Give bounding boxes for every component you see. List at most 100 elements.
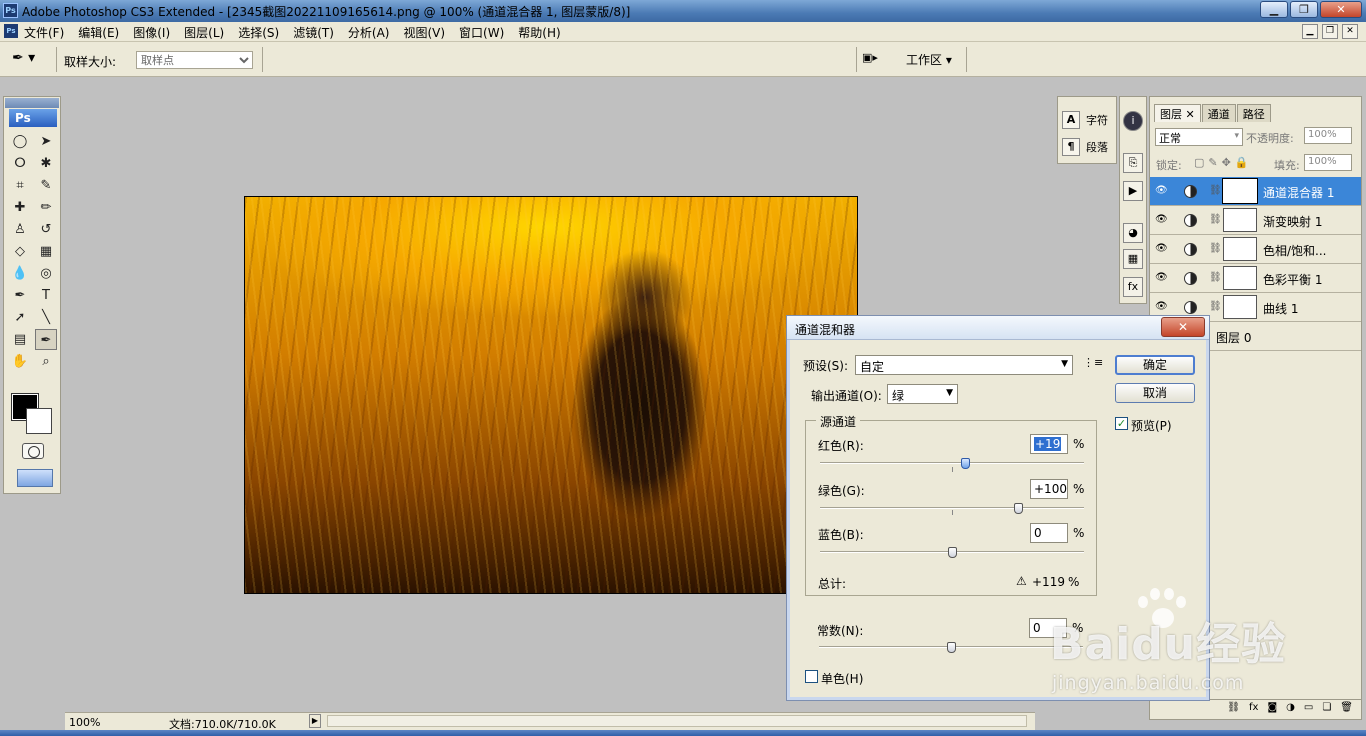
bridge-icon[interactable]: ▣▸ [862, 51, 886, 69]
swatches-icon[interactable]: ◕ [1123, 223, 1143, 243]
zoom-tool-icon[interactable]: ⌕ [35, 351, 57, 372]
pen-tool-icon[interactable]: ✒ [9, 285, 31, 306]
layer-row[interactable]: 👁 ⛓ 色相/饱和... [1150, 235, 1361, 264]
character-label[interactable]: 字符 [1086, 112, 1108, 128]
tab-channels[interactable]: 通道 [1201, 104, 1236, 122]
minimize-button[interactable]: ▁ [1260, 1, 1288, 18]
crop-tool-icon[interactable]: ⌗ [9, 175, 31, 196]
link-chain-icon[interactable]: ⛓ [1209, 214, 1222, 225]
layer-mask-thumbnail[interactable] [1223, 266, 1257, 290]
brush-tool-icon[interactable]: ✏ [35, 197, 57, 218]
layer-row[interactable]: 👁 ⛓ 渐变映射 1 [1150, 206, 1361, 235]
blend-mode-select[interactable]: 正常 ▾ [1155, 128, 1243, 146]
document-canvas-image[interactable] [244, 196, 858, 594]
red-slider-track[interactable] [820, 462, 1084, 464]
tab-paths[interactable]: 路径 [1236, 104, 1271, 122]
close-button[interactable]: ✕ [1320, 1, 1362, 18]
visibility-eye-icon[interactable]: 👁 [1155, 301, 1168, 312]
red-slider-thumb[interactable] [960, 458, 970, 469]
menu-analysis[interactable]: 分析(A) [348, 24, 390, 41]
monochrome-checkbox[interactable]: ✓ [805, 670, 818, 683]
menu-layer[interactable]: 图层(L) [184, 24, 224, 41]
character-icon[interactable]: A [1062, 111, 1080, 129]
link-chain-icon[interactable]: ⛓ [1209, 185, 1222, 196]
layer-mask-thumbnail[interactable] [1223, 295, 1257, 319]
preset-options-icon[interactable]: ⋮≡ [1083, 356, 1103, 369]
path-selection-tool-icon[interactable]: ➚ [9, 307, 31, 328]
notes-tool-icon[interactable]: ▤ [9, 329, 31, 350]
visibility-eye-icon[interactable]: 👁 [1155, 214, 1168, 225]
layer-row[interactable]: 👁 ⛓ 通道混合器 1 [1150, 177, 1361, 206]
move-tool-icon[interactable]: ➤ [35, 131, 57, 152]
menu-view[interactable]: 视图(V) [403, 24, 445, 41]
opacity-field[interactable]: 100% [1304, 127, 1352, 144]
menu-edit[interactable]: 编辑(E) [78, 24, 119, 41]
workspace-menu[interactable]: 工作区 ▾ [906, 51, 952, 68]
actions-icon[interactable]: ▶ [1123, 181, 1143, 201]
blue-slider-thumb[interactable] [948, 547, 957, 558]
maximize-button[interactable]: ❐ [1290, 1, 1318, 18]
line-tool-icon[interactable]: ╲ [35, 307, 57, 328]
visibility-eye-icon[interactable]: 👁 [1155, 272, 1168, 283]
menu-select[interactable]: 选择(S) [238, 24, 279, 41]
preset-select[interactable]: 自定 ▼ [855, 355, 1073, 375]
green-slider-track[interactable] [820, 507, 1084, 509]
history-brush-tool-icon[interactable]: ↺ [35, 219, 57, 240]
link-chain-icon[interactable]: ⛓ [1209, 301, 1222, 312]
effects-icon[interactable]: fx [1123, 277, 1143, 297]
layer-mask-thumbnail[interactable] [1223, 237, 1257, 261]
zoom-level[interactable]: 100% [69, 716, 100, 729]
doc-restore-icon[interactable]: ❐ [1322, 24, 1338, 39]
eyedropper-tool-icon[interactable]: ✒ [35, 329, 57, 350]
screen-mode-button[interactable] [17, 469, 53, 487]
healing-brush-tool-icon[interactable]: ✚ [9, 197, 31, 218]
fill-field[interactable]: 100% [1304, 154, 1352, 171]
constant-slider-thumb[interactable] [947, 642, 956, 653]
quick-mask-button[interactable] [22, 443, 44, 459]
doc-minimize-icon[interactable]: ▁ [1302, 24, 1318, 39]
toolbox-grip[interactable] [5, 98, 59, 108]
dialog-close-button[interactable]: ✕ [1161, 317, 1205, 337]
paragraph-icon[interactable]: ¶ [1062, 138, 1080, 156]
slice-tool-icon[interactable]: ✎ [35, 175, 57, 196]
ok-button[interactable]: 确定 [1115, 355, 1195, 375]
paragraph-label[interactable]: 段落 [1086, 139, 1108, 155]
doc-close-icon[interactable]: ✕ [1342, 24, 1358, 39]
blue-value-field[interactable]: 0 [1030, 523, 1068, 543]
horizontal-scrollbar[interactable] [327, 715, 1027, 727]
visibility-eye-icon[interactable]: 👁 [1155, 185, 1168, 196]
blur-tool-icon[interactable]: 💧 [9, 263, 31, 284]
background-color-swatch[interactable] [26, 408, 52, 434]
green-slider-thumb[interactable] [1014, 503, 1023, 514]
menu-help[interactable]: 帮助(H) [518, 24, 560, 41]
document-icon[interactable]: Ps [4, 24, 18, 38]
tab-layers[interactable]: 图层 ✕ [1154, 104, 1201, 122]
layer-row[interactable]: 👁 ⛓ 色彩平衡 1 [1150, 264, 1361, 293]
dodge-tool-icon[interactable]: ◎ [35, 263, 57, 284]
eyedropper-tool-preset-icon[interactable]: ✒ ▾ [12, 50, 50, 70]
link-chain-icon[interactable]: ⛓ [1209, 243, 1222, 254]
layer-mask-thumbnail[interactable] [1222, 178, 1258, 204]
info-icon[interactable]: i [1123, 111, 1143, 131]
monochrome-label[interactable]: 单色(H) [821, 670, 863, 687]
type-tool-icon[interactable]: T [35, 285, 57, 306]
menu-image[interactable]: 图像(I) [133, 24, 170, 41]
clone-stamp-tool-icon[interactable]: ♙ [9, 219, 31, 240]
menu-file[interactable]: 文件(F) [24, 24, 64, 41]
marquee-tool-icon[interactable]: ◯ [9, 131, 31, 152]
eraser-tool-icon[interactable]: ◇ [9, 241, 31, 262]
preview-label[interactable]: 预览(P) [1131, 417, 1172, 434]
lock-icons[interactable]: ▢✎✥🔒 [1194, 156, 1253, 169]
styles-icon[interactable]: ▦ [1123, 249, 1143, 269]
green-value-field[interactable]: +100 [1030, 479, 1068, 499]
red-value-field[interactable]: +19 [1030, 434, 1068, 454]
output-channel-select[interactable]: 绿 ▼ [887, 384, 958, 404]
magic-wand-tool-icon[interactable]: ✱ [35, 153, 57, 174]
cancel-button[interactable]: 取消 [1115, 383, 1195, 403]
status-menu-arrow-icon[interactable]: ▶ [309, 714, 321, 728]
menu-window[interactable]: 窗口(W) [459, 24, 504, 41]
lasso-tool-icon[interactable]: ⵔ [9, 153, 31, 174]
menu-filter[interactable]: 滤镜(T) [293, 24, 334, 41]
history-icon[interactable]: ⎘ [1123, 153, 1143, 173]
sample-size-select[interactable]: 取样点 [136, 51, 253, 69]
